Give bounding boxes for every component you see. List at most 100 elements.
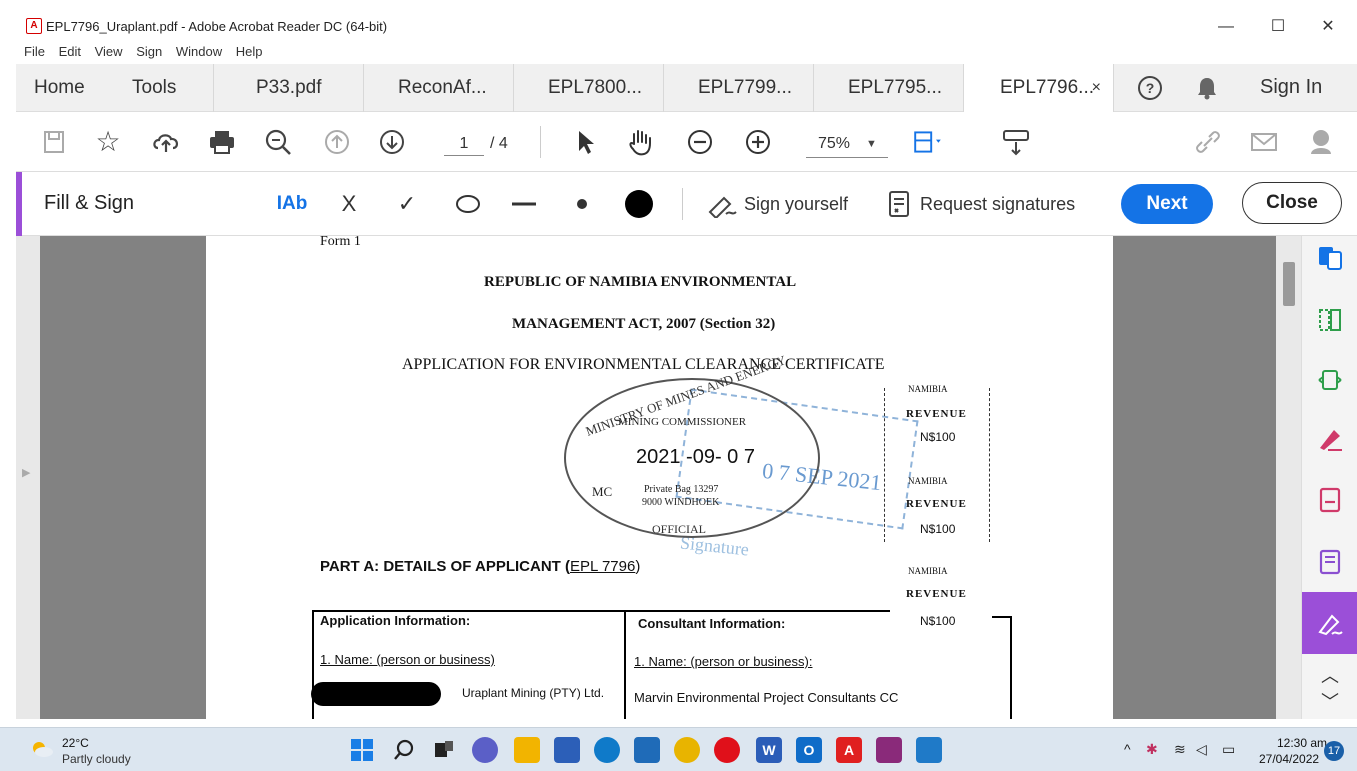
menu-edit[interactable]: Edit bbox=[59, 44, 81, 59]
edge-browser-icon[interactable] bbox=[594, 737, 620, 763]
dot-tool-icon[interactable] bbox=[566, 188, 598, 220]
zoom-level-select[interactable]: 75% ▼ bbox=[806, 132, 888, 158]
mail-icon[interactable] bbox=[634, 737, 660, 763]
word-icon[interactable]: W bbox=[756, 737, 782, 763]
tab-home[interactable]: Home bbox=[16, 64, 114, 112]
maximize-button[interactable]: ☐ bbox=[1256, 14, 1300, 40]
tab-doc-epl7796[interactable]: EPL7796... × bbox=[964, 64, 1114, 112]
select-cursor-icon[interactable] bbox=[569, 126, 601, 158]
zoom-out-icon[interactable] bbox=[684, 126, 716, 158]
opera-icon[interactable] bbox=[714, 737, 740, 763]
clock-time[interactable]: 12:30 am bbox=[1277, 736, 1327, 750]
chevron-down-icon[interactable]: ﹀ bbox=[1316, 688, 1344, 716]
edit-pen-icon[interactable] bbox=[1316, 424, 1344, 452]
battery-icon[interactable]: ▭ bbox=[1222, 741, 1235, 758]
main-toolbar: ☆ 1 / 4 75% ▼ bbox=[16, 112, 1357, 172]
compress-pdf-icon[interactable] bbox=[1316, 366, 1344, 394]
add-text-tool[interactable]: IAb bbox=[274, 188, 310, 220]
menu-file[interactable]: File bbox=[24, 44, 45, 59]
organize-pages-icon[interactable] bbox=[1316, 306, 1344, 334]
sign-yourself-button[interactable]: Sign yourself bbox=[744, 188, 848, 220]
stamp-date: 2021 -09- 0 7 bbox=[636, 446, 755, 468]
zoom-search-icon[interactable] bbox=[262, 126, 294, 158]
email-icon[interactable] bbox=[1248, 126, 1280, 158]
circle-tool-icon[interactable] bbox=[452, 188, 484, 220]
bookmark-star-icon[interactable]: ☆ bbox=[92, 126, 124, 158]
page-number-input[interactable]: 1 bbox=[444, 132, 484, 156]
doc-heading-3: APPLICATION FOR ENVIRONMENTAL CLEARANCE … bbox=[402, 356, 885, 373]
check-mark-tool[interactable]: ✓ bbox=[392, 188, 422, 220]
line-tool-icon[interactable] bbox=[508, 188, 540, 220]
teams-chat-icon[interactable] bbox=[472, 737, 498, 763]
fill-form-icon[interactable] bbox=[1316, 548, 1344, 576]
close-window-button[interactable]: ✕ bbox=[1306, 14, 1350, 40]
hand-tool-icon[interactable] bbox=[624, 126, 656, 158]
vertical-scrollbar[interactable] bbox=[1276, 236, 1301, 719]
menu-help[interactable]: Help bbox=[236, 44, 263, 59]
search-icon[interactable] bbox=[392, 738, 416, 762]
read-mode-icon[interactable] bbox=[1000, 126, 1032, 158]
help-icon[interactable]: ? bbox=[1138, 76, 1162, 100]
revenue-amount: N$100 bbox=[920, 430, 956, 444]
menu-view[interactable]: View bbox=[95, 44, 123, 59]
winrar-icon[interactable] bbox=[876, 737, 902, 763]
wifi-icon[interactable]: ≋ bbox=[1174, 741, 1186, 758]
bell-icon[interactable] bbox=[1196, 76, 1218, 100]
scrollbar-thumb[interactable] bbox=[1283, 262, 1295, 306]
tab-doc-epl7799[interactable]: EPL7799... bbox=[664, 64, 814, 112]
sign-in-link[interactable]: Sign In bbox=[1260, 76, 1322, 99]
save-icon[interactable] bbox=[38, 126, 70, 158]
windows-start-icon[interactable] bbox=[350, 738, 374, 762]
revenue-amount: N$100 bbox=[920, 614, 956, 628]
expand-left-panel-icon[interactable]: ▶ bbox=[22, 466, 30, 479]
add-user-icon[interactable] bbox=[1306, 126, 1338, 158]
tab-doc-epl7800[interactable]: EPL7800... bbox=[514, 64, 664, 112]
zoom-in-icon[interactable] bbox=[742, 126, 774, 158]
tray-app-icon[interactable]: ✱ bbox=[1146, 741, 1158, 758]
upload-cloud-icon[interactable] bbox=[150, 126, 182, 158]
notification-badge[interactable]: 17 bbox=[1324, 741, 1344, 761]
fit-page-icon[interactable] bbox=[912, 126, 944, 158]
outlook-icon[interactable]: O bbox=[796, 737, 822, 763]
tab-doc-p33[interactable]: P33.pdf bbox=[214, 64, 364, 112]
menu-window[interactable]: Window bbox=[176, 44, 222, 59]
color-picker-icon[interactable] bbox=[622, 188, 656, 220]
tab-close-icon[interactable]: × bbox=[1092, 64, 1101, 112]
print-icon[interactable] bbox=[206, 126, 238, 158]
cross-mark-tool[interactable]: X bbox=[334, 188, 364, 220]
form-label: Form 1 bbox=[320, 236, 361, 249]
menu-sign[interactable]: Sign bbox=[136, 44, 162, 59]
request-signatures-button[interactable]: Request signatures bbox=[920, 188, 1075, 220]
chevron-up-icon[interactable]: ︿ bbox=[1316, 662, 1344, 690]
tab-doc-reconaf[interactable]: ReconAf... bbox=[364, 64, 514, 112]
minimize-button[interactable]: — bbox=[1204, 14, 1248, 40]
tab-doc-epl7795[interactable]: EPL7795... bbox=[814, 64, 964, 112]
consultant-info-header: Consultant Information: bbox=[638, 616, 786, 631]
partly-cloudy-icon[interactable] bbox=[30, 740, 54, 758]
export-pdf-icon[interactable] bbox=[1316, 244, 1344, 272]
window-titlebar: A EPL7796_Uraplant.pdf - Adobe Acrobat R… bbox=[16, 10, 1357, 46]
part-a-close: ) bbox=[635, 558, 641, 575]
volume-icon[interactable]: ◁ bbox=[1196, 741, 1207, 758]
file-explorer-icon[interactable] bbox=[514, 737, 540, 763]
next-button[interactable]: Next bbox=[1121, 184, 1213, 224]
page-up-icon[interactable] bbox=[321, 126, 353, 158]
create-pdf-icon[interactable] bbox=[1316, 486, 1344, 514]
close-fill-sign-button[interactable]: Close bbox=[1242, 182, 1342, 224]
acrobat-icon: A bbox=[26, 18, 42, 34]
share-link-icon[interactable] bbox=[1192, 126, 1224, 158]
tab-doc-epl7796-label: EPL7796... bbox=[1000, 77, 1095, 98]
task-view-icon[interactable] bbox=[432, 738, 456, 762]
microsoft-store-icon[interactable] bbox=[554, 737, 580, 763]
photos-icon[interactable] bbox=[916, 737, 942, 763]
tab-tools[interactable]: Tools bbox=[114, 64, 214, 112]
page-down-icon[interactable] bbox=[376, 126, 408, 158]
clock-date[interactable]: 27/04/2022 bbox=[1259, 752, 1319, 766]
fill-sign-icon[interactable] bbox=[1316, 608, 1344, 636]
chrome-icon[interactable] bbox=[674, 737, 700, 763]
tray-overflow-icon[interactable]: ^ bbox=[1124, 741, 1131, 757]
acrobat-taskbar-icon[interactable]: A bbox=[836, 737, 862, 763]
part-a-epl-link: EPL 7796 bbox=[569, 558, 636, 575]
chevron-down-icon: ▼ bbox=[866, 138, 877, 150]
table-mid-border bbox=[624, 610, 626, 719]
